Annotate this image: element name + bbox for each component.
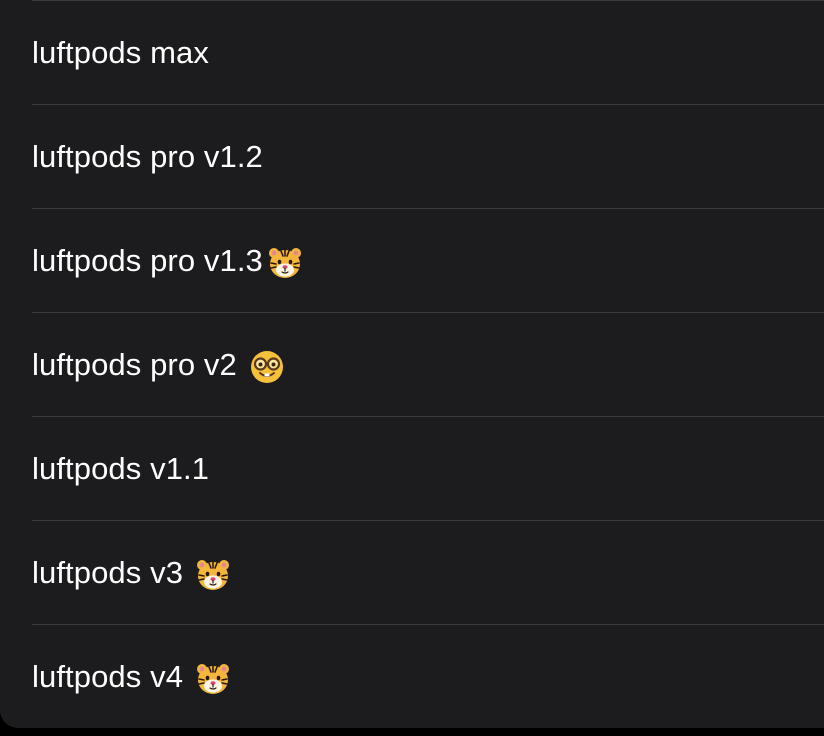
list-item[interactable]: luftpods pro v1.3 xyxy=(0,209,824,313)
list-item-label: luftpods pro v2 xyxy=(32,347,237,382)
settings-list-panel: luftpods max luftpods pro v1.2 luftpods … xyxy=(0,0,824,728)
list-item[interactable]: luftpods max xyxy=(0,1,824,105)
tiger-face-icon xyxy=(267,245,303,281)
list-item[interactable]: luftpods v3 xyxy=(0,521,824,625)
list-item-label: luftpods v4 xyxy=(32,659,184,694)
list-item[interactable]: luftpods v1.1 xyxy=(0,417,824,521)
list-item[interactable]: luftpods v4 xyxy=(0,625,824,729)
list-item-label: luftpods max xyxy=(32,35,209,70)
tiger-face-icon xyxy=(195,557,231,593)
list-item-label: luftpods v1.1 xyxy=(32,451,210,486)
nerd-face-icon xyxy=(249,349,285,385)
device-list: luftpods max luftpods pro v1.2 luftpods … xyxy=(0,1,824,729)
tiger-face-icon xyxy=(195,661,231,697)
list-item[interactable]: luftpods pro v1.2 xyxy=(0,105,824,209)
list-item-label: luftpods pro v1.3 xyxy=(32,243,263,278)
list-item-label: luftpods v3 xyxy=(32,555,184,590)
list-item[interactable]: luftpods pro v2 xyxy=(0,313,824,417)
list-item-label: luftpods pro v1.2 xyxy=(32,139,263,174)
